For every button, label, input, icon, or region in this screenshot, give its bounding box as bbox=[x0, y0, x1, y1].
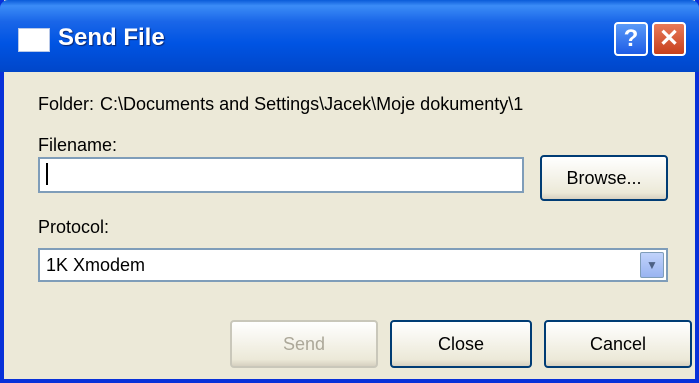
protocol-select[interactable]: 1K Xmodem ▼ bbox=[38, 248, 668, 282]
title-bar[interactable]: Send File ? ✕ bbox=[0, 0, 699, 72]
cancel-button[interactable]: Cancel bbox=[544, 320, 692, 368]
protocol-selected-value: 1K Xmodem bbox=[46, 255, 146, 275]
filename-label: Filename: bbox=[38, 135, 118, 155]
window-icon bbox=[18, 28, 50, 52]
help-button[interactable]: ? bbox=[614, 22, 648, 56]
folder-label: Folder: bbox=[38, 94, 95, 114]
protocol-label: Protocol: bbox=[38, 217, 110, 237]
filename-input[interactable] bbox=[38, 157, 524, 193]
close-button[interactable]: Close bbox=[390, 320, 532, 368]
folder-row: Folder: C:\Documents and Settings\Jacek\M… bbox=[38, 94, 523, 115]
send-file-dialog: Send File ? ✕ Folder: C:\Documents and Se… bbox=[0, 0, 699, 383]
close-window-button[interactable]: ✕ bbox=[652, 22, 686, 56]
folder-path: C:\Documents and Settings\Jacek\Moje dok… bbox=[100, 94, 524, 114]
chevron-down-icon[interactable]: ▼ bbox=[640, 252, 664, 278]
text-caret bbox=[46, 163, 48, 186]
send-button[interactable]: Send bbox=[230, 320, 378, 368]
window-title: Send File bbox=[58, 24, 165, 51]
browse-button[interactable]: Browse... bbox=[540, 155, 668, 201]
